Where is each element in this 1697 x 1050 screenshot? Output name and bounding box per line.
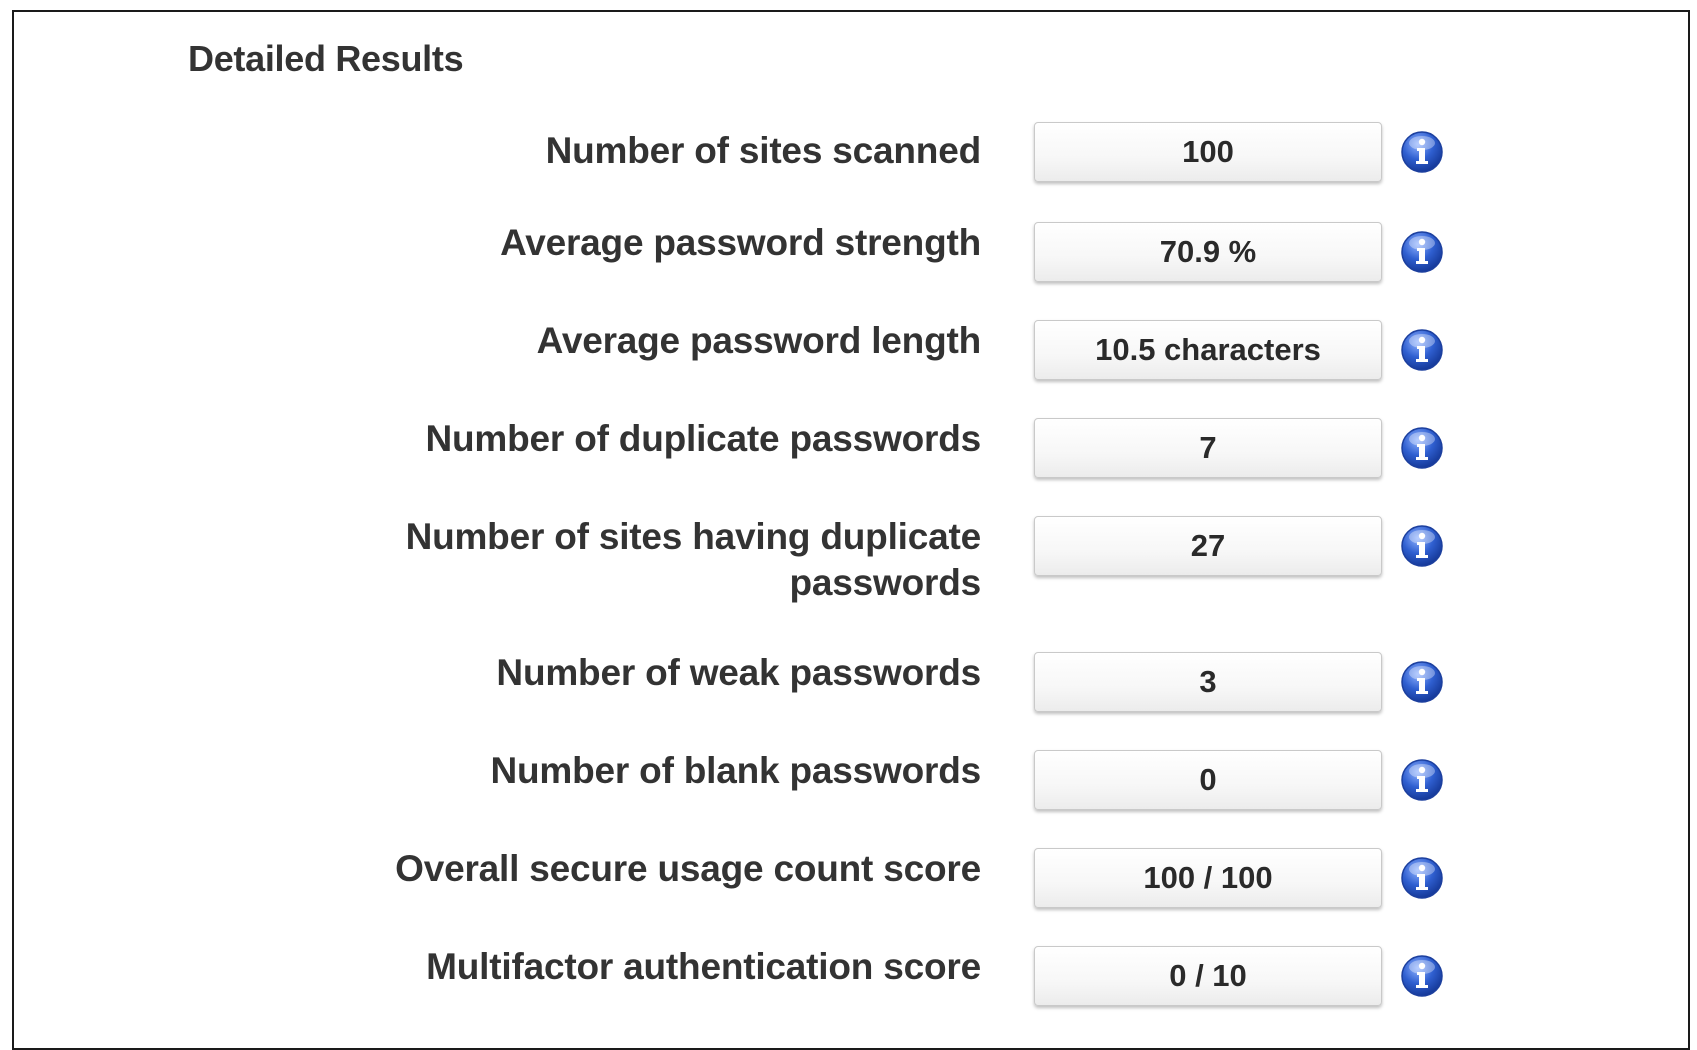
section-title: Detailed Results [188, 38, 464, 79]
info-icon[interactable] [1400, 130, 1444, 174]
result-label: Overall secure usage count score [395, 848, 981, 889]
info-icon[interactable] [1400, 426, 1444, 470]
result-value-field: 7 [1034, 418, 1382, 478]
result-label: Number of sites having duplicate passwor… [405, 516, 982, 603]
result-value-field: 70.9 % [1034, 222, 1382, 282]
info-icon[interactable] [1400, 758, 1444, 802]
result-value-field: 100 / 100 [1034, 848, 1382, 908]
info-icon[interactable] [1400, 328, 1444, 372]
result-label: Number of blank passwords [490, 750, 982, 791]
result-label: Average password strength [500, 222, 981, 263]
result-value-field: 27 [1034, 516, 1382, 576]
info-icon[interactable] [1400, 230, 1444, 274]
result-label: Number of duplicate passwords [425, 418, 982, 459]
result-label: Average password length [536, 320, 982, 361]
result-label: Multifactor authentication score [426, 946, 981, 987]
result-value-field: 0 [1034, 750, 1382, 810]
info-icon[interactable] [1400, 954, 1444, 998]
info-icon[interactable] [1400, 856, 1444, 900]
detailed-results-panel: Detailed Results Number of sites scanned… [12, 10, 1690, 1050]
result-value-field: 3 [1034, 652, 1382, 712]
result-value-field: 0 / 10 [1034, 946, 1382, 1006]
result-value-field: 100 [1034, 122, 1382, 182]
info-icon[interactable] [1400, 660, 1444, 704]
result-label: Number of sites scanned [545, 130, 982, 171]
info-icon[interactable] [1400, 524, 1444, 568]
result-label: Number of weak passwords [496, 652, 981, 693]
result-value-field: 10.5 characters [1034, 320, 1382, 380]
